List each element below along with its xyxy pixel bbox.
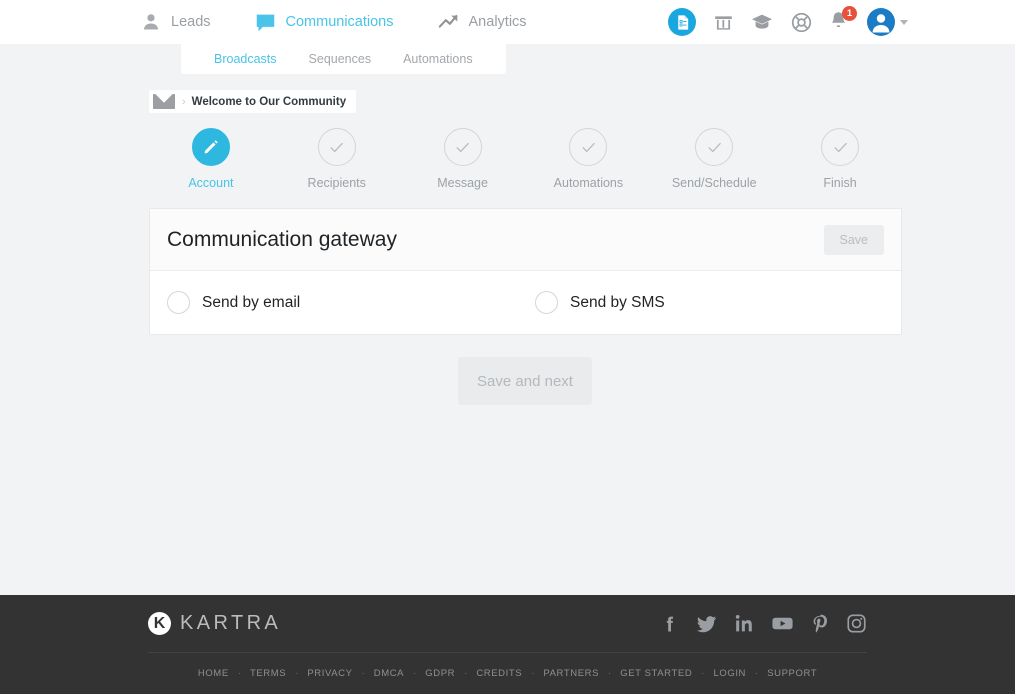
envelope-icon <box>153 94 175 109</box>
pinterest-icon[interactable] <box>810 613 830 635</box>
page-title: Communication gateway <box>167 227 397 251</box>
kartra-logo-mark: K <box>148 612 171 635</box>
user-avatar-menu[interactable] <box>867 8 908 36</box>
check-icon <box>708 142 721 152</box>
footer-link-partners[interactable]: PARTNERS <box>534 668 608 679</box>
nav-item-communications[interactable]: Communications <box>255 11 394 33</box>
check-icon <box>582 142 595 152</box>
footer-link-support[interactable]: SUPPORT <box>758 668 826 679</box>
notification-bell-icon[interactable]: 1 <box>828 6 857 34</box>
lifebuoy-help-icon[interactable] <box>789 10 813 34</box>
footer-link-login[interactable]: LOGIN <box>704 668 755 679</box>
breadcrumb-title: Welcome to Our Community <box>191 95 347 108</box>
footer-link-get-started[interactable]: GET STARTED <box>611 668 701 679</box>
step-label-send-schedule: Send/Schedule <box>671 176 757 190</box>
step-label-message: Message <box>437 176 488 190</box>
step-label-automations: Automations <box>553 176 624 190</box>
label-send-by-email: Send by email <box>202 293 301 311</box>
social-links <box>660 613 867 635</box>
footer-link-privacy[interactable]: PRIVACY <box>298 668 361 679</box>
linkedin-icon[interactable] <box>734 613 755 635</box>
save-and-next-button[interactable]: Save and next <box>458 357 592 405</box>
step-circle-send-schedule <box>695 128 734 166</box>
section-tabs: Broadcasts Sequences Automations <box>181 44 506 74</box>
step-circle-automations <box>569 128 608 166</box>
footer-link-terms[interactable]: TERMS <box>241 668 295 679</box>
step-circle-recipients <box>317 128 356 166</box>
kartra-logo: K KARTRA <box>148 612 281 635</box>
tab-automations[interactable]: Automations <box>387 52 488 66</box>
check-icon <box>834 142 847 152</box>
radio-send-by-email[interactable] <box>167 291 190 314</box>
chevron-down-icon <box>900 19 908 25</box>
footer-link-credits[interactable]: CREDITS <box>467 668 531 679</box>
instagram-icon[interactable] <box>846 613 867 635</box>
step-label-account: Account <box>188 176 234 190</box>
step-finish[interactable]: Finish <box>777 128 903 190</box>
step-account[interactable]: Account <box>148 128 274 190</box>
step-automations[interactable]: Automations <box>525 128 651 190</box>
footer-link-gdpr[interactable]: GDPR <box>416 668 464 679</box>
nav-item-analytics[interactable]: Analytics <box>438 11 527 33</box>
radio-send-by-sms[interactable] <box>535 291 558 314</box>
footer-link-dmca[interactable]: DMCA <box>365 668 413 679</box>
speech-bubble-icon <box>255 11 277 33</box>
label-send-by-sms: Send by SMS <box>570 293 665 311</box>
person-icon <box>140 11 162 33</box>
step-circle-message <box>443 128 482 166</box>
step-recipients[interactable]: Recipients <box>274 128 400 190</box>
facebook-icon[interactable] <box>660 613 680 635</box>
footer-top-row: K KARTRA <box>148 595 867 653</box>
check-icon <box>456 142 469 152</box>
option-send-by-sms[interactable]: Send by SMS <box>535 291 665 314</box>
page-footer: K KARTRA HOME · TERMS · PRIVACY · DMCA ·… <box>0 595 1015 694</box>
footer-links: HOME · TERMS · PRIVACY · DMCA · GDPR · CREDIT… <box>0 653 1015 693</box>
communication-gateway-card: Communication gateway Save Send by email… <box>149 208 902 335</box>
card-body: Send by email Send by SMS <box>150 271 901 334</box>
step-label-finish: Finish <box>823 176 857 190</box>
option-send-by-email[interactable]: Send by email <box>167 291 535 314</box>
step-message[interactable]: Message <box>400 128 526 190</box>
step-circle-finish <box>821 128 860 166</box>
nav-label-communications: Communications <box>285 14 394 30</box>
step-circle-account <box>191 128 230 166</box>
breadcrumb: › Welcome to Our Community <box>149 90 357 113</box>
wizard-stepper: Account Recipients Message Automations S… <box>148 128 903 190</box>
nav-label-leads: Leads <box>171 14 211 30</box>
notification-badge: 1 <box>842 6 857 21</box>
check-icon <box>330 142 344 152</box>
save-button[interactable]: Save <box>823 224 884 255</box>
kartra-logo-text: KARTRA <box>180 612 282 634</box>
twitter-icon[interactable] <box>696 613 718 635</box>
nav-label-analytics: Analytics <box>468 14 527 30</box>
checklist-document-icon[interactable] <box>668 8 696 36</box>
trend-arrow-icon <box>438 11 460 33</box>
youtube-icon[interactable] <box>771 613 794 635</box>
tab-sequences[interactable]: Sequences <box>293 52 388 66</box>
top-nav-right-icons: 1 <box>668 0 908 44</box>
footer-link-home[interactable]: HOME <box>189 668 238 679</box>
nav-item-leads[interactable]: Leads <box>140 11 211 33</box>
breadcrumb-separator: › <box>182 95 186 108</box>
tab-broadcasts[interactable]: Broadcasts <box>198 52 293 66</box>
primary-nav: Leads Communications Analytics <box>140 11 571 33</box>
pencil-icon <box>204 140 218 154</box>
top-navigation-bar: Leads Communications Analytics 1 <box>0 0 1015 44</box>
graduation-cap-icon[interactable] <box>750 10 774 34</box>
card-header: Communication gateway Save <box>150 209 901 271</box>
step-label-recipients: Recipients <box>307 176 366 190</box>
step-send-schedule[interactable]: Send/Schedule <box>651 128 777 190</box>
avatar <box>867 8 895 36</box>
storefront-icon[interactable] <box>711 10 735 34</box>
